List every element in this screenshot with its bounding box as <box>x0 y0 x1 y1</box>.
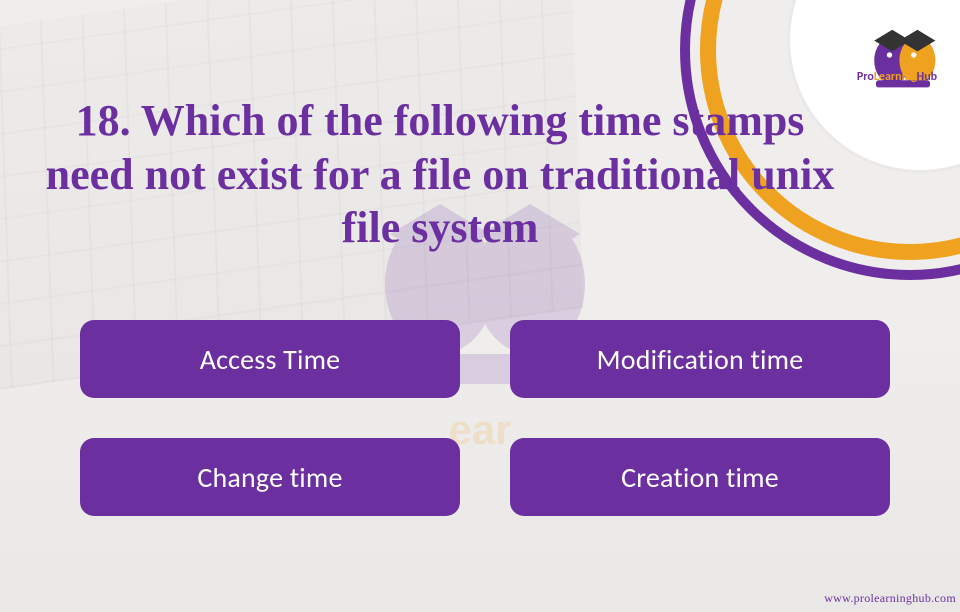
option-d[interactable]: Creation time <box>510 438 890 516</box>
question-text: 18. Which of the following time stamps n… <box>30 94 850 255</box>
question-body: Which of the following time stamps need … <box>46 96 835 252</box>
brand-name: ProLearningHub <box>842 70 952 84</box>
question-number: 18. <box>76 96 131 145</box>
option-label: Access Time <box>200 342 341 377</box>
option-label: Creation time <box>621 460 779 495</box>
brand-name-part1: Pro <box>857 70 874 84</box>
option-b[interactable]: Modification time <box>510 320 890 398</box>
option-label: Modification time <box>597 342 804 377</box>
option-c[interactable]: Change time <box>80 438 460 516</box>
slide: ear ProLearningHub 18 <box>0 0 960 612</box>
footer-url: www.prolearninghub.com <box>824 591 956 606</box>
option-a[interactable]: Access Time <box>80 320 460 398</box>
option-label: Change time <box>197 460 342 495</box>
brand-name-part2: Learning <box>874 70 917 84</box>
brand-name-part3: Hub <box>917 70 937 84</box>
options-grid: Access Time Modification time Change tim… <box>80 320 890 516</box>
footer-url-text: www.prolearninghub.com <box>824 591 956 605</box>
